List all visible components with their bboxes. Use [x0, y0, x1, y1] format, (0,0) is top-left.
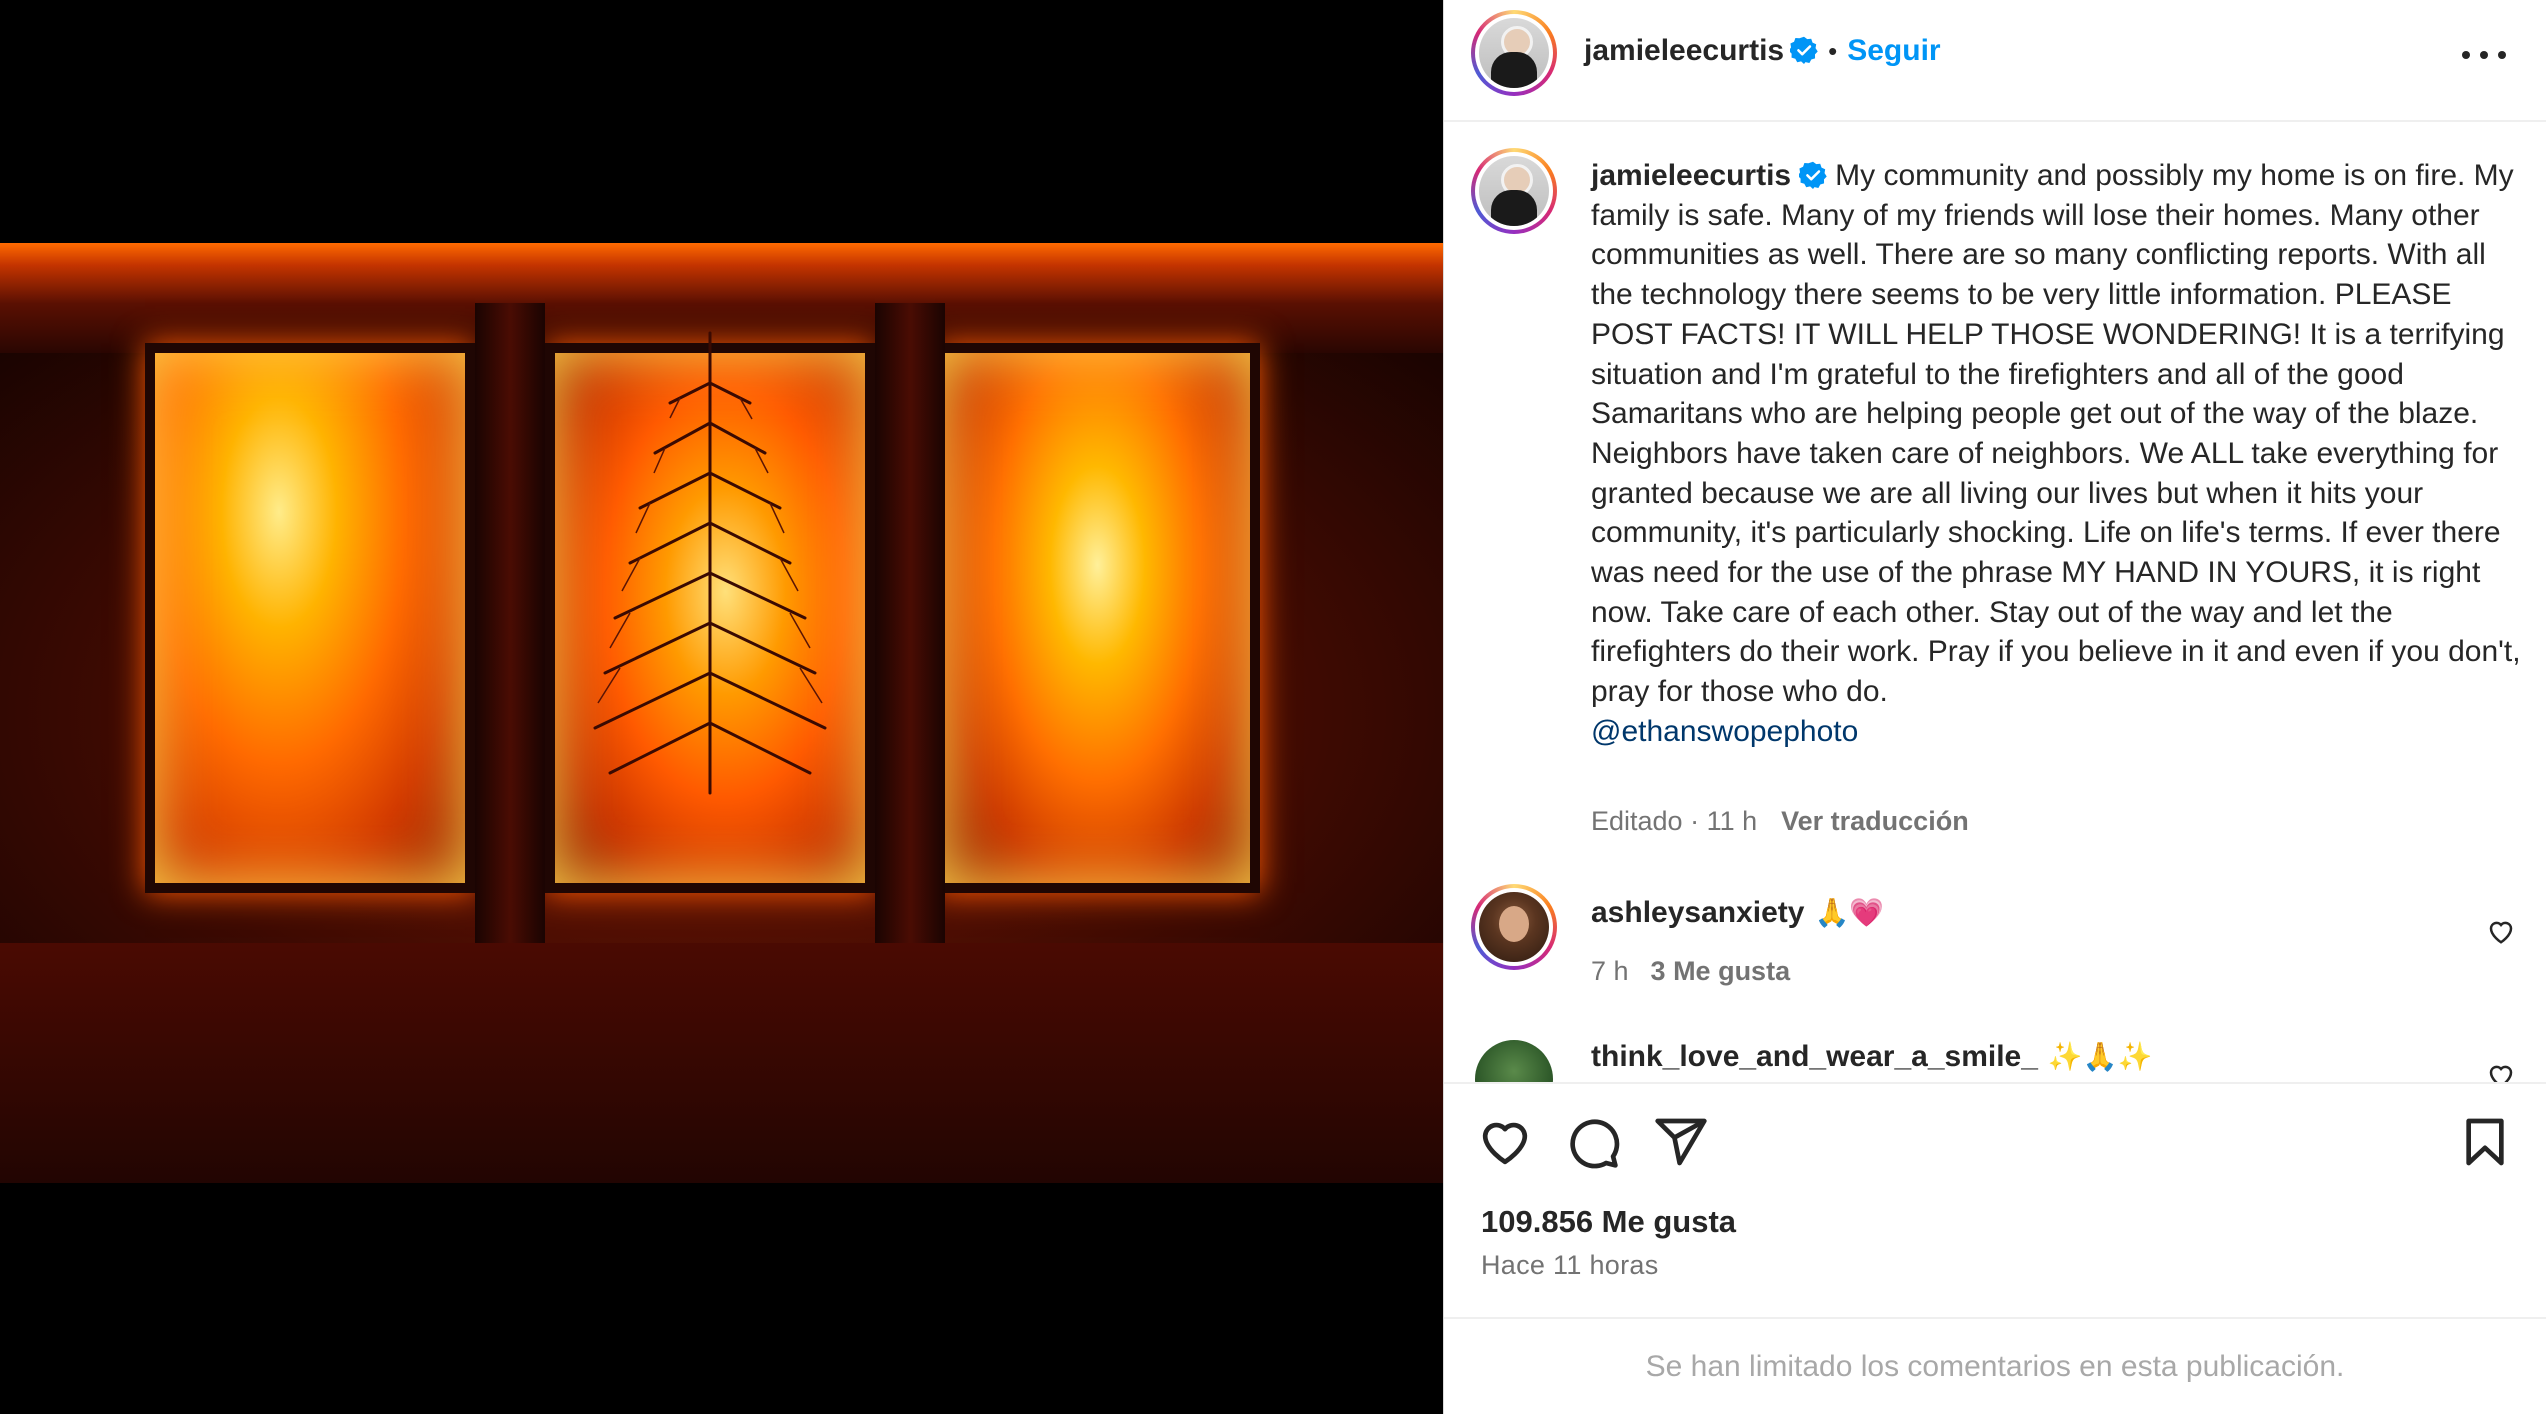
commenter-username[interactable]: think_love_and_wear_a_smile_ [1591, 1040, 2038, 1073]
caption-body: My community and possibly my home is on … [1591, 159, 2521, 709]
caption-author-avatar[interactable] [1471, 148, 1557, 234]
post-photo[interactable] [0, 243, 1443, 1183]
paper-plane-icon[interactable] [1653, 1114, 1709, 1170]
commenter-username[interactable]: ashleysanxiety [1591, 896, 1804, 929]
see-translation-link[interactable]: Ver traducción [1781, 806, 1969, 836]
comments-scroll-area[interactable]: jamieleecurtis My community and possibly … [1444, 124, 2546, 1082]
commenter-avatar[interactable] [1471, 884, 1557, 970]
caption-meta: Editado · 11 h Ver traducción [1591, 806, 1969, 837]
comment-like-heart-icon[interactable] [2486, 1060, 2516, 1082]
comment-bubble-icon[interactable] [1565, 1114, 1621, 1170]
burning-tree-silhouette [593, 331, 827, 795]
comment-likes[interactable]: 3 Me gusta [1651, 956, 1791, 986]
post-sidebar: jamieleecurtis • Seguir jamieleecurtis My c… [1443, 0, 2546, 1414]
comments-limited-notice: Se han limitado los comentarios en esta … [1444, 1317, 2546, 1414]
comment-time: 7 h [1591, 956, 1629, 986]
caption-username[interactable]: jamieleecurtis [1591, 159, 1791, 192]
verified-badge-icon [1790, 36, 1818, 64]
heart-icon[interactable] [1477, 1114, 1533, 1170]
post-actions: 109.856 Me gusta Hace 11 horas [1444, 1082, 2546, 1317]
comment-like-heart-icon[interactable] [2486, 916, 2516, 946]
post-header: jamieleecurtis • Seguir [1444, 0, 2546, 122]
more-options-icon[interactable] [2462, 40, 2506, 70]
comment-text: ✨🙏✨ [2047, 1041, 2153, 1072]
commenter-avatar[interactable] [1471, 1036, 1557, 1082]
photo-wall [0, 943, 1443, 1183]
author-username[interactable]: jamieleecurtis [1584, 34, 1784, 67]
window-pane-left [145, 343, 475, 893]
window-pane-right [935, 343, 1260, 893]
window-mullion [475, 303, 545, 943]
author-avatar[interactable] [1471, 10, 1557, 96]
comment-text: 🙏💗 [1814, 897, 1885, 928]
post-caption: jamieleecurtis My community and possibly … [1591, 156, 2521, 752]
post-timestamp[interactable]: Hace 11 horas [1481, 1250, 1659, 1281]
comment-item: ashleysanxiety 🙏💗 7 h 3 Me gusta [1444, 884, 2546, 1004]
edited-timestamp: Editado · 11 h [1591, 806, 1758, 836]
comment-item: think_love_and_wear_a_smile_ ✨🙏✨ [1444, 1036, 2546, 1082]
post-media[interactable] [0, 0, 1443, 1414]
window-mullion [875, 303, 945, 943]
verified-badge-icon [1799, 161, 1827, 189]
follow-button[interactable]: Seguir [1847, 34, 1940, 67]
header-separator: • [1828, 36, 1838, 66]
bookmark-icon[interactable] [2457, 1114, 2513, 1170]
likes-count[interactable]: 109.856 Me gusta [1481, 1204, 1736, 1240]
caption-mention-link[interactable]: @ethanswopephoto [1591, 715, 1858, 748]
